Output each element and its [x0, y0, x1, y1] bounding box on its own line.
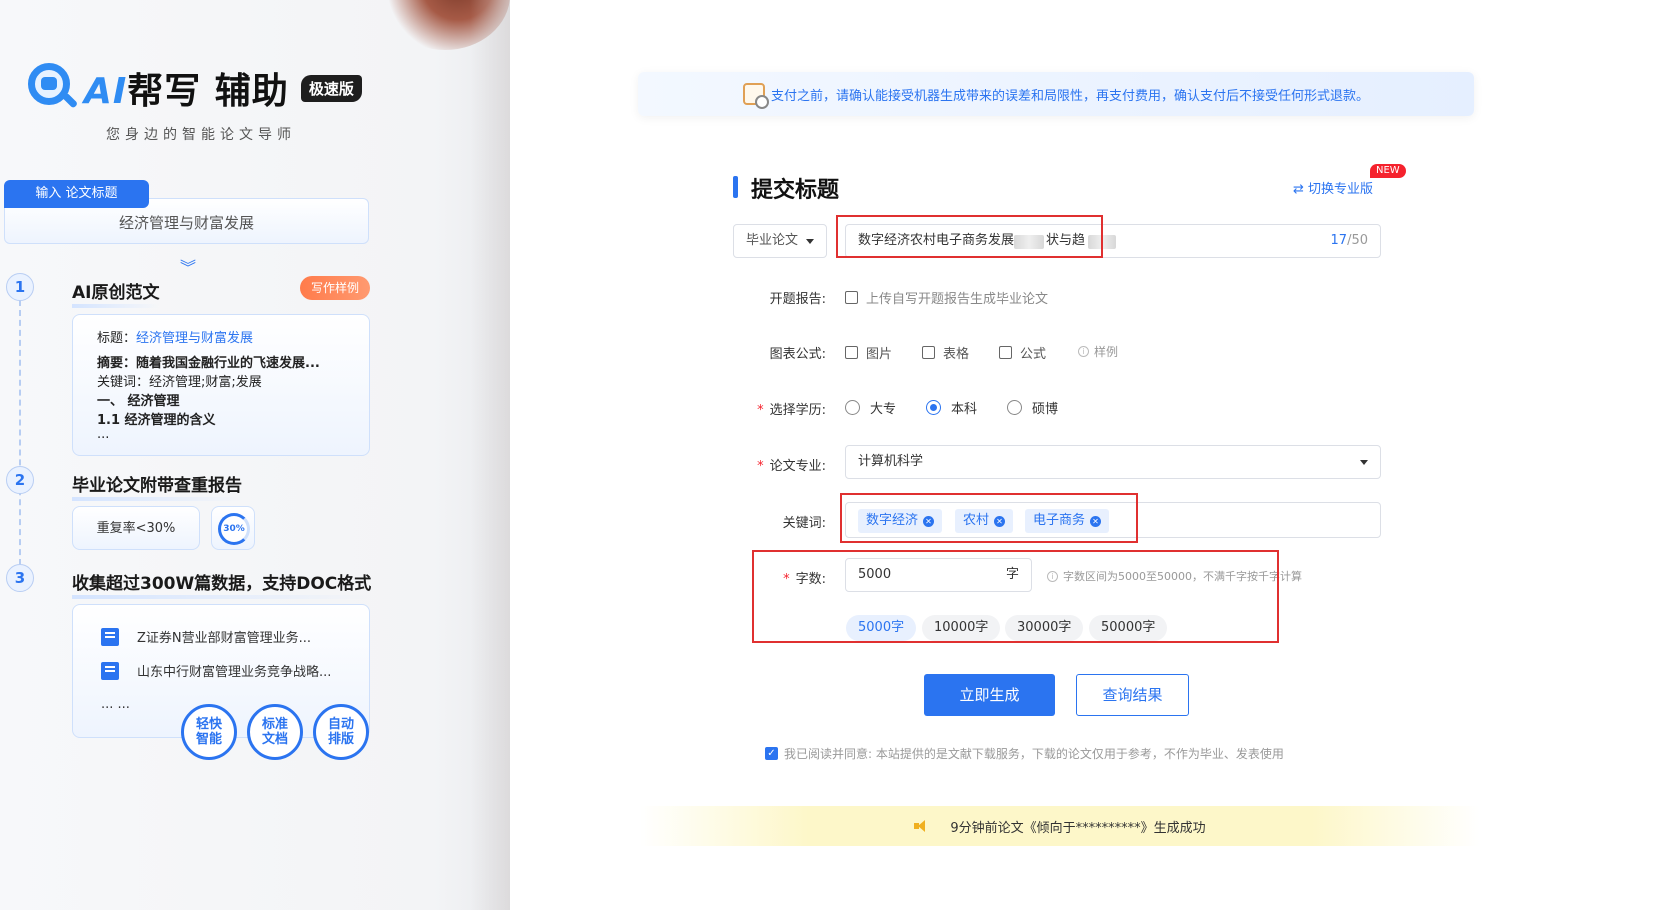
highlight-box-keywords [840, 493, 1138, 543]
checkbox-image[interactable]: 图片 [845, 343, 892, 362]
payment-notice: 支付之前，请确认能接受机器生成带来的误差和局限性，再支付费用，确认支付后不接受任… [638, 72, 1474, 116]
sample-badge-button[interactable]: 写作样例 [300, 276, 370, 300]
form-title: 提交标题 [733, 172, 839, 204]
major-label-text: 论文专业: [769, 459, 826, 474]
duplicate-rate-ring-card: 30% [211, 506, 255, 550]
percent-ring: 30% [218, 513, 250, 545]
document-icon [101, 627, 119, 646]
documents-more: ... ... [101, 697, 130, 712]
highlight-box-title [836, 215, 1103, 258]
feature-badge-smart: 轻快 智能 [181, 704, 237, 760]
proposal-checkbox[interactable]: 上传自写开题报告生成毕业论文 [845, 288, 1048, 307]
checkbox-formula-label: 公式 [1020, 347, 1047, 362]
generate-button[interactable]: 立即生成 [924, 674, 1055, 716]
step-number-3: 3 [6, 564, 34, 592]
feature-badge-standard: 标准 文档 [247, 704, 303, 760]
major-value: 计算机科学 [858, 454, 924, 469]
brand-slogan: 您身边的智能论文导师 [106, 127, 296, 143]
sample-abstract: 摘要：随着我国金融行业的飞速发展... [97, 356, 320, 371]
radio-bachelor-label: 本科 [951, 402, 978, 417]
paper-type-select[interactable]: 毕业论文 [733, 224, 827, 258]
decorative-shade [470, 0, 510, 910]
document-search-icon [742, 83, 769, 109]
speaker-icon [914, 820, 928, 832]
sample-heading-1: 一、 经济管理 [97, 394, 180, 409]
info-icon: i [1078, 346, 1089, 357]
radio-master-phd-label: 硕博 [1032, 402, 1059, 417]
recent-activity-text: 9分钟前论文《倾向于**********》生成成功 [950, 820, 1206, 836]
title-count-max: /50 [1347, 233, 1368, 248]
radio-junior-college-label: 大专 [870, 402, 897, 417]
brand-logo: AI帮写 辅助 极速版 [26, 60, 362, 116]
checkbox-formula[interactable]: 公式 [999, 343, 1046, 362]
input-title-tab: 输入 论文标题 [4, 180, 149, 208]
document-icon [101, 661, 119, 680]
keywords-label: 关键词: [782, 516, 826, 531]
agreement-row: ✓ 我已阅读并同意: 本站提供的是文献下载服务，下载的论文仅用于参考，不作为毕业… [765, 745, 1284, 762]
feature-badge-layout-text: 自动 排版 [327, 717, 354, 747]
radio-junior-college[interactable]: 大专 [845, 398, 896, 417]
checkbox-table-label: 表格 [943, 347, 970, 362]
sample-title-value: 经济管理与财富发展 [136, 331, 254, 346]
chevron-down-icon: ︾ [180, 258, 197, 277]
proposal-option-label: 上传自写开题报告生成毕业论文 [866, 292, 1049, 307]
recent-activity-banner: 9分钟前论文《倾向于**********》生成成功 [640, 806, 1480, 846]
step-title-2-text: 毕业论文附带查重报告 [72, 476, 242, 496]
new-tag: NEW [1370, 164, 1406, 178]
charts-label: 图表公式: [769, 347, 826, 362]
major-select[interactable]: 计算机科学 [845, 445, 1381, 479]
brand-title: 帮写 辅助 [127, 71, 289, 112]
example-link[interactable]: i 样例 [1078, 343, 1118, 360]
degree-label-text: 选择学历: [769, 403, 826, 418]
document-title: Z证券N营业部财富管理业务... [137, 631, 312, 646]
proposal-label: 开题报告: [769, 292, 826, 307]
document-item: 山东中行财富管理业务竞争战略... [101, 661, 331, 680]
radio-master-phd[interactable]: 硕博 [1007, 398, 1058, 417]
example-link-label: 样例 [1094, 345, 1119, 359]
radio-bachelor[interactable]: 本科 [926, 398, 977, 417]
checkbox-table[interactable]: 表格 [922, 343, 969, 362]
feature-badge-smart-text: 轻快 智能 [195, 717, 222, 747]
duplicate-rate-card: 重复率<30% [72, 506, 200, 550]
query-results-button[interactable]: 查询结果 [1076, 674, 1189, 716]
step-title-2: 毕业论文附带查重报告 [72, 471, 242, 501]
magnifier-robot-icon [26, 61, 80, 115]
feature-badge-standard-text: 标准 文档 [261, 717, 288, 747]
step-title-3: 收集超过300W篇数据，支持DOC格式 [72, 569, 372, 599]
sample-title-label: 标题： [97, 331, 137, 346]
document-item: Z证券N营业部财富管理业务... [101, 627, 311, 646]
switch-pro-link[interactable]: ⇄ 切换专业版 [1293, 178, 1373, 197]
sample-ellipsis: ... [97, 427, 110, 442]
step-title-1: AI原创范文 [72, 278, 160, 308]
payment-notice-text: 支付之前，请确认能接受机器生成带来的误差和局限性，再支付费用，确认支付后不接受任… [770, 88, 1369, 104]
timeline-line [19, 300, 21, 575]
step-number-1: 1 [6, 273, 34, 301]
step-number-2: 2 [6, 466, 34, 494]
agreement-text: 我已阅读并同意: 本站提供的是文献下载服务，下载的论文仅用于参考，不作为毕业、发… [784, 747, 1284, 761]
brand-badge: 极速版 [300, 74, 362, 102]
checkbox-image-label: 图片 [866, 347, 893, 362]
document-title: 山东中行财富管理业务竞争战略... [137, 665, 332, 680]
step-title-3-text: 收集超过300W篇数据，支持DOC格式 [72, 574, 372, 594]
degree-label: * 选择学历: [757, 403, 826, 418]
left-promo-panel: AI帮写 辅助 极速版 您身边的智能论文导师 输入 论文标题 经济管理与财富发展… [0, 0, 510, 910]
title-count-current: 17 [1330, 233, 1348, 248]
highlight-box-wordcount [752, 550, 1279, 643]
paper-type-value: 毕业论文 [746, 233, 799, 248]
sample-keywords: 关键词：经济管理;财富;发展 [97, 375, 262, 390]
title-char-count: 17/50 [1331, 225, 1368, 257]
caret-down-icon [806, 239, 814, 244]
feature-badge-layout: 自动 排版 [313, 704, 369, 760]
brand-ai: AI [84, 71, 128, 112]
switch-pro-label: 切换专业版 [1308, 182, 1374, 197]
brand-name: AI帮写 辅助 [84, 62, 289, 114]
sample-essay-card: 标题：经济管理与财富发展 摘要：随着我国金融行业的飞速发展... 关键词：经济管… [72, 314, 370, 456]
caret-down-icon [1360, 460, 1368, 465]
step-title-1-text: AI原创范文 [72, 283, 160, 303]
agreement-checkbox[interactable]: ✓ [765, 747, 778, 760]
major-label: * 论文专业: [757, 459, 826, 474]
sample-heading-1-1: 1.1 经济管理的含义 [97, 413, 216, 428]
